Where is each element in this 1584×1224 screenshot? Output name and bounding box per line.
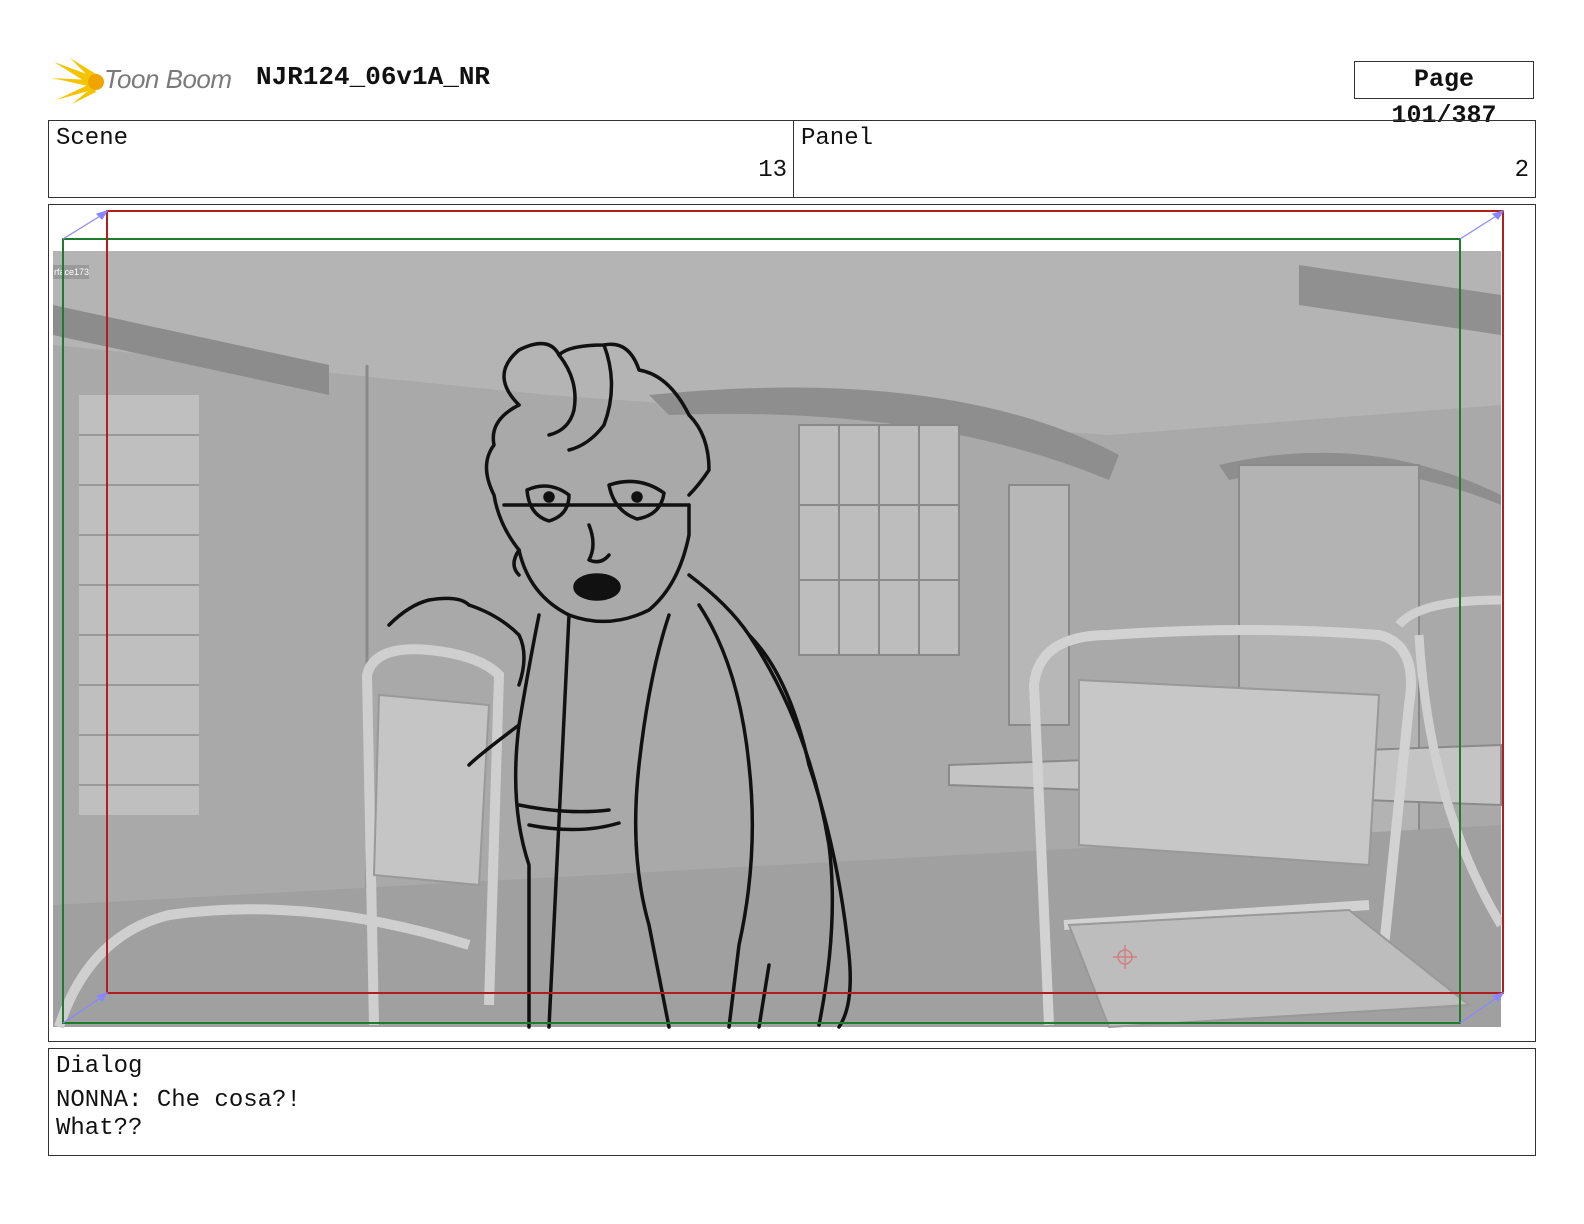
page-number: Page 101/387 [1354, 61, 1534, 130]
panel-cell: Panel 2 [794, 121, 1535, 197]
dialog-box: Dialog NONNA: Che cosa?! What?? [48, 1048, 1536, 1156]
chair-back-left [372, 693, 491, 887]
panel-value: 2 [1514, 157, 1529, 184]
dialog-label: Dialog [56, 1053, 143, 1080]
document-title: NJR124_06v1A_NR [256, 62, 491, 92]
scene-cell: Scene 13 [49, 121, 794, 197]
logo-text: Toon Boom [104, 64, 232, 94]
dialog-line-english: What?? [56, 1115, 143, 1142]
layer-label: rface173 [54, 267, 89, 277]
scene-value: 13 [758, 157, 787, 184]
panel-label: Panel [801, 125, 874, 152]
panel-drawing: rface173 [53, 209, 1505, 1029]
scene-label: Scene [56, 125, 129, 152]
chair-back-right [1078, 678, 1381, 867]
scene-panel-info: Scene 13 Panel 2 [48, 120, 1536, 198]
storyboard-panel-image: rface173 [48, 204, 1536, 1042]
dialog-line-italian: NONNA: Che cosa?! [56, 1087, 301, 1114]
window-blinds-left [79, 395, 199, 815]
